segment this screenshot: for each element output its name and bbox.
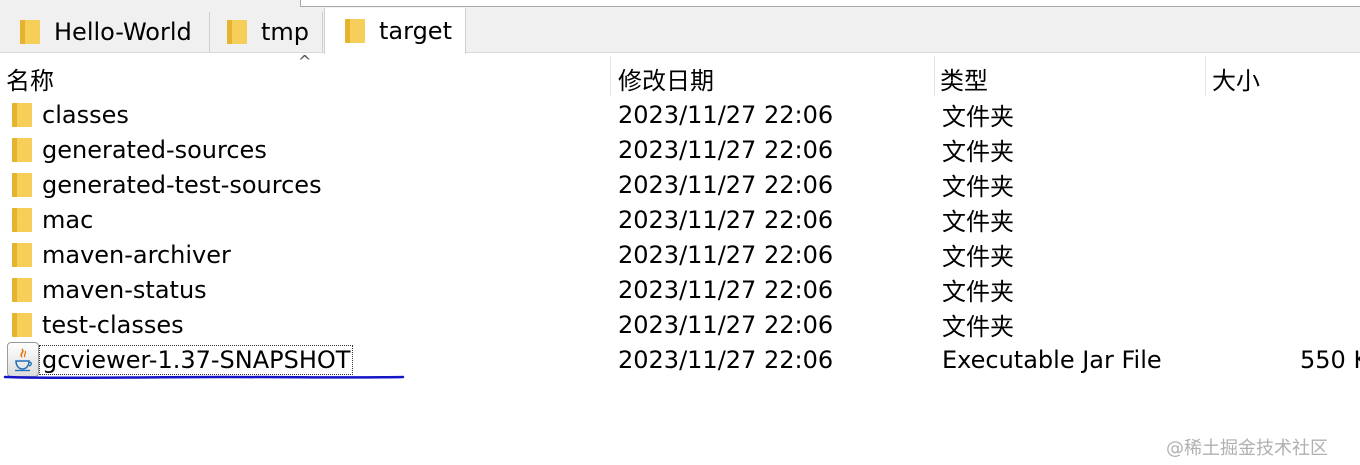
file-modified: 2023/11/27 22:06 bbox=[618, 345, 834, 374]
column-header-label: 修改日期 bbox=[618, 66, 714, 95]
file-modified: 2023/11/27 22:06 bbox=[618, 310, 834, 339]
file-type: 文件夹 bbox=[942, 278, 1014, 306]
file-type: 文件夹 bbox=[942, 208, 1014, 236]
file-type: 文件夹 bbox=[942, 173, 1014, 201]
file-modified: 2023/11/27 22:06 bbox=[618, 205, 834, 234]
annotation-underline bbox=[3, 375, 405, 380]
column-divider[interactable] bbox=[1205, 56, 1206, 96]
file-modified: 2023/11/27 22:06 bbox=[618, 240, 834, 269]
column-header-type[interactable]: 类型 bbox=[940, 60, 1200, 96]
column-header-label: 大小 bbox=[1212, 66, 1260, 95]
file-size: 550 K bbox=[1300, 345, 1360, 374]
file-type: 文件夹 bbox=[942, 243, 1014, 271]
file-type: 文件夹 bbox=[942, 103, 1014, 131]
watermark: @稀土掘金技术社区 bbox=[1166, 438, 1328, 459]
column-header-modified[interactable]: 修改日期 bbox=[618, 60, 928, 96]
column-header-label: 类型 bbox=[940, 66, 988, 95]
column-divider[interactable] bbox=[610, 56, 611, 96]
file-modified: 2023/11/27 22:06 bbox=[618, 135, 834, 164]
file-modified: 2023/11/27 22:06 bbox=[618, 170, 834, 199]
file-type: Executable Jar File bbox=[942, 345, 1162, 374]
column-divider[interactable] bbox=[934, 56, 935, 96]
file-type: 文件夹 bbox=[942, 313, 1014, 341]
file-type: 文件夹 bbox=[942, 138, 1014, 166]
column-header-size[interactable]: 大小 bbox=[1212, 60, 1352, 96]
file-modified: 2023/11/27 22:06 bbox=[618, 100, 834, 129]
file-modified: 2023/11/27 22:06 bbox=[618, 275, 834, 304]
address-bar-edge[interactable] bbox=[300, 0, 1360, 7]
